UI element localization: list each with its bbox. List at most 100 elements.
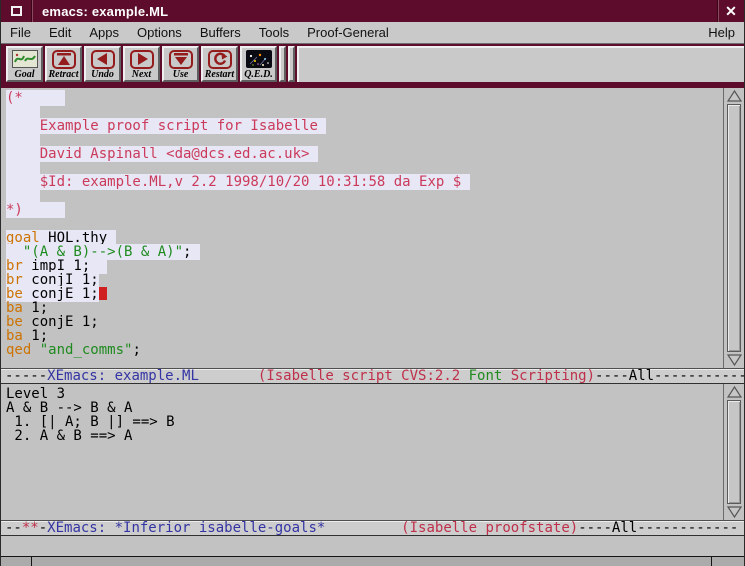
goals-buffer-window: Level 3A & B --> B & A 1. [| A; B |] ==>… bbox=[1, 384, 744, 520]
use-button[interactable]: Use bbox=[162, 46, 199, 82]
token bbox=[461, 174, 469, 190]
modeline-segment: -- bbox=[5, 520, 22, 536]
token: "and_comms" bbox=[40, 342, 133, 358]
modeline-segment: (Isabelle script CVS:2.2 bbox=[258, 368, 469, 384]
goal-icon bbox=[12, 49, 38, 69]
modeline-segment: (Isabelle proofstate) bbox=[401, 520, 578, 536]
script-line: *) bbox=[6, 203, 723, 217]
menubar: FileEditAppsOptionsBuffersToolsProof-Gen… bbox=[1, 22, 744, 44]
script-line bbox=[6, 161, 723, 175]
toolbar-button-label: Restart bbox=[205, 69, 234, 80]
goals-line: 2. A & B ==> A bbox=[6, 429, 723, 443]
modeline-segment bbox=[199, 368, 258, 384]
xemacs-window: emacs: example.ML ✕ FileEditAppsOptionsB… bbox=[0, 0, 745, 566]
qed-button[interactable]: Q.E.D. bbox=[240, 46, 277, 82]
scroll-down-icon[interactable] bbox=[725, 353, 743, 367]
qed-icon bbox=[246, 49, 272, 69]
modeline-segment: XEmacs: *Inferior isabelle-goals* bbox=[47, 520, 325, 536]
modeline-segment: ** bbox=[22, 520, 39, 536]
token: *) bbox=[6, 202, 23, 218]
menu-item-apps[interactable]: Apps bbox=[80, 22, 128, 43]
toolbar-button-label: Q.E.D. bbox=[244, 69, 273, 80]
goals-scrollbar[interactable] bbox=[723, 384, 744, 520]
script-scrollbar[interactable] bbox=[723, 88, 744, 368]
token: Example proof script for Isabelle bbox=[40, 118, 318, 134]
script-line: $Id: example.ML,v 2.2 1998/10/20 10:31:5… bbox=[6, 175, 723, 189]
menu-item-file[interactable]: File bbox=[1, 22, 40, 43]
modeline-segment: - bbox=[39, 520, 47, 536]
scroll-up-icon[interactable] bbox=[725, 89, 743, 103]
modeline-segment: ----- bbox=[5, 368, 47, 384]
goal-button[interactable]: Goal bbox=[6, 46, 43, 82]
scroll-down-icon[interactable] bbox=[725, 505, 743, 519]
menu-item-proof-general[interactable]: Proof-General bbox=[298, 22, 398, 43]
token: ; bbox=[132, 342, 140, 358]
token: $Id: example.ML,v 2.2 1998/10/20 10:31:5… bbox=[40, 174, 461, 190]
titlebar: emacs: example.ML ✕ bbox=[1, 0, 744, 22]
modeline-segment: ----All------------ bbox=[595, 368, 744, 384]
window-menu-icon bbox=[11, 6, 22, 16]
goals-line: A & B --> B & A bbox=[6, 401, 723, 415]
minibuffer[interactable] bbox=[1, 536, 744, 556]
window-title: emacs: example.ML bbox=[32, 4, 717, 19]
script-buffer[interactable]: (* Example proof script for Isabelle Dav… bbox=[1, 88, 723, 368]
toolbar-button-label: Next bbox=[132, 69, 151, 80]
resize-bar-divider bbox=[31, 557, 32, 566]
token bbox=[23, 202, 65, 218]
script-line: ba 1; bbox=[6, 329, 723, 343]
token: 2. A & B ==> A bbox=[6, 428, 132, 444]
window-menu-button[interactable] bbox=[1, 0, 31, 22]
scrollbar-thumb[interactable] bbox=[727, 400, 741, 504]
script-line: (* bbox=[6, 91, 723, 105]
token bbox=[309, 146, 317, 162]
undo-button[interactable]: Undo bbox=[84, 46, 121, 82]
script-line bbox=[6, 189, 723, 203]
script-line: br conjI 1; bbox=[6, 273, 723, 287]
bottom-resize-bar[interactable] bbox=[1, 556, 744, 566]
toolbar: Goal Retract Undo bbox=[1, 44, 744, 88]
toolbar-filler bbox=[297, 46, 744, 82]
menu-item-edit[interactable]: Edit bbox=[40, 22, 80, 43]
token bbox=[318, 118, 326, 134]
text-cursor bbox=[99, 287, 107, 300]
toolbar-separator bbox=[288, 46, 295, 82]
toolbar-button-label: Use bbox=[173, 69, 189, 80]
menu-item-help[interactable]: Help bbox=[699, 22, 744, 43]
next-button[interactable]: Next bbox=[123, 46, 160, 82]
modeline-segment bbox=[325, 520, 401, 536]
restart-button[interactable]: Restart bbox=[201, 46, 238, 82]
menu-item-buffers[interactable]: Buffers bbox=[191, 22, 250, 43]
script-line bbox=[6, 105, 723, 119]
toolbar-button-label: Goal bbox=[15, 69, 35, 80]
script-line: Example proof script for Isabelle bbox=[6, 119, 723, 133]
goals-buffer[interactable]: Level 3A & B --> B & A 1. [| A; B |] ==>… bbox=[1, 384, 723, 520]
undo-icon bbox=[91, 49, 115, 69]
token bbox=[31, 342, 39, 358]
restart-icon bbox=[208, 49, 232, 69]
modeline-segment: ----All------------ bbox=[578, 520, 738, 536]
toolbar-button-label: Retract bbox=[49, 69, 79, 80]
scrollbar-thumb[interactable] bbox=[727, 104, 741, 352]
menu-item-tools[interactable]: Tools bbox=[250, 22, 298, 43]
script-line: David Aspinall <da@dcs.ed.ac.uk> bbox=[6, 147, 723, 161]
script-line: be conjE 1; bbox=[6, 287, 723, 301]
menu-item-options[interactable]: Options bbox=[128, 22, 191, 43]
close-icon[interactable]: ✕ bbox=[718, 0, 744, 22]
script-line: qed "and_comms"; bbox=[6, 343, 723, 357]
goals-line: Level 3 bbox=[6, 387, 723, 401]
modeline-segment: XEmacs: example.ML bbox=[47, 368, 199, 384]
script-modeline: -----XEmacs: example.ML (Isabelle script… bbox=[1, 368, 744, 384]
retract-icon bbox=[52, 49, 76, 69]
script-line: be conjE 1; bbox=[6, 315, 723, 329]
script-line: "(A & B)-->(B & A)"; bbox=[6, 245, 723, 259]
script-buffer-window: (* Example proof script for Isabelle Dav… bbox=[1, 88, 744, 368]
toolbar-separator bbox=[279, 46, 286, 82]
token bbox=[191, 244, 199, 260]
script-line: ba 1; bbox=[6, 301, 723, 315]
script-line bbox=[6, 133, 723, 147]
resize-bar-divider bbox=[711, 557, 712, 566]
modeline-segment: Scripting) bbox=[502, 368, 595, 384]
goals-line: 1. [| A; B |] ==> B bbox=[6, 415, 723, 429]
retract-button[interactable]: Retract bbox=[45, 46, 82, 82]
scroll-up-icon[interactable] bbox=[725, 385, 743, 399]
